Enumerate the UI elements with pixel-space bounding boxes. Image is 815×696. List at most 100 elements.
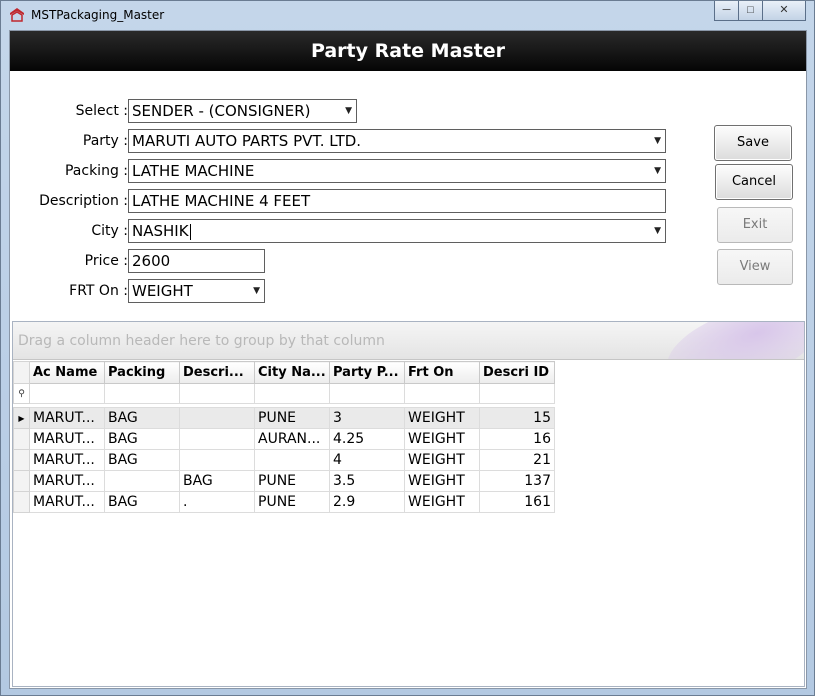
- filter-cell[interactable]: [29, 383, 105, 404]
- cell-frt-on[interactable]: WEIGHT: [404, 449, 480, 471]
- cell-descri-id[interactable]: 161: [479, 491, 555, 513]
- cell-packing[interactable]: BAG: [104, 449, 180, 471]
- filter-cell[interactable]: [329, 383, 405, 404]
- close-button[interactable]: ✕: [762, 1, 806, 21]
- city-value: NASHIK: [132, 222, 189, 240]
- cell-party-price[interactable]: 3.5: [329, 470, 405, 492]
- cell-ac-name[interactable]: MARUT...: [29, 428, 105, 450]
- price-value: 2600: [132, 252, 171, 270]
- cell-descri-id[interactable]: 16: [479, 428, 555, 450]
- column-header-city-name[interactable]: City Na...: [254, 361, 330, 384]
- city-label: City :: [91, 223, 128, 239]
- column-header-frt-on[interactable]: Frt On: [404, 361, 480, 384]
- app-logo-icon: [10, 8, 24, 22]
- row-indicator: [13, 449, 30, 471]
- description-input[interactable]: LATHE MACHINE 4 FEET: [128, 189, 666, 213]
- frt-on-label: FRT On :: [69, 283, 128, 299]
- cell-packing[interactable]: BAG: [104, 407, 180, 429]
- column-header-party-price[interactable]: Party P...: [329, 361, 405, 384]
- filter-cell[interactable]: [479, 383, 555, 404]
- decorative-swoosh: [657, 322, 804, 359]
- select-value: SENDER - (CONSIGNER): [132, 102, 311, 120]
- cell-frt-on[interactable]: WEIGHT: [404, 491, 480, 513]
- cell-description[interactable]: .: [179, 491, 255, 513]
- app-window: MSTPackaging_Master ─ □ ✕ Party Rate Mas…: [0, 0, 815, 696]
- chevron-down-icon: ▼: [253, 286, 260, 296]
- cell-city-name[interactable]: PUNE: [254, 470, 330, 492]
- column-header-descri-id[interactable]: Descri ID: [479, 361, 555, 384]
- cell-packing[interactable]: BAG: [104, 428, 180, 450]
- column-header-description[interactable]: Descri...: [179, 361, 255, 384]
- cell-descri-id[interactable]: 15: [479, 407, 555, 429]
- row-indicator: [13, 428, 30, 450]
- filter-cell[interactable]: [104, 383, 180, 404]
- chevron-down-icon: ▼: [345, 106, 352, 116]
- filter-cell[interactable]: [179, 383, 255, 404]
- cell-party-price[interactable]: 4.25: [329, 428, 405, 450]
- table-row[interactable]: MARUT... BAG PUNE 3.5 WEIGHT 137: [13, 470, 555, 492]
- table-row[interactable]: MARUT... BAG . PUNE 2.9 WEIGHT 161: [13, 491, 555, 513]
- price-label: Price :: [84, 253, 128, 269]
- table-row[interactable]: MARUT... BAG 4 WEIGHT 21: [13, 449, 555, 471]
- column-header-packing[interactable]: Packing: [104, 361, 180, 384]
- party-dropdown[interactable]: MARUTI AUTO PARTS PVT. LTD. ▼: [128, 129, 666, 153]
- cancel-button[interactable]: Cancel: [715, 164, 793, 200]
- cell-city-name[interactable]: PUNE: [254, 491, 330, 513]
- cell-description[interactable]: [179, 428, 255, 450]
- save-button[interactable]: Save: [714, 125, 792, 161]
- cell-party-price[interactable]: 2.9: [329, 491, 405, 513]
- table-row[interactable]: ▶ MARUT... BAG PUNE 3 WEIGHT 15: [13, 407, 555, 429]
- cell-party-price[interactable]: 4: [329, 449, 405, 471]
- group-by-hint: Drag a column header here to group by th…: [18, 333, 385, 349]
- cell-ac-name[interactable]: MARUT...: [29, 491, 105, 513]
- party-value: MARUTI AUTO PARTS PVT. LTD.: [132, 132, 362, 150]
- cell-ac-name[interactable]: MARUT...: [29, 470, 105, 492]
- auto-filter-row[interactable]: ⚲: [13, 383, 555, 404]
- cell-city-name[interactable]: [254, 449, 330, 471]
- cell-descri-id[interactable]: 21: [479, 449, 555, 471]
- select-dropdown[interactable]: SENDER - (CONSIGNER) ▼: [128, 99, 357, 123]
- cell-packing[interactable]: BAG: [104, 491, 180, 513]
- cell-city-name[interactable]: PUNE: [254, 407, 330, 429]
- cell-frt-on[interactable]: WEIGHT: [404, 470, 480, 492]
- table-row[interactable]: MARUT... BAG AURAN... 4.25 WEIGHT 16: [13, 428, 555, 450]
- minimize-button[interactable]: ─: [714, 1, 738, 21]
- group-by-panel[interactable]: Drag a column header here to group by th…: [13, 322, 804, 360]
- view-button[interactable]: View: [717, 249, 793, 285]
- form-client-area: Party Rate Master Select : Party : Packi…: [9, 30, 807, 689]
- cell-description[interactable]: BAG: [179, 470, 255, 492]
- cell-descri-id[interactable]: 137: [479, 470, 555, 492]
- filter-cell[interactable]: [254, 383, 330, 404]
- cell-city-name[interactable]: AURAN...: [254, 428, 330, 450]
- frt-on-dropdown[interactable]: WEIGHT ▼: [128, 279, 265, 303]
- title-bar[interactable]: MSTPackaging_Master ─ □ ✕: [1, 1, 814, 29]
- text-caret: [189, 223, 191, 240]
- maximize-button[interactable]: □: [738, 1, 762, 21]
- party-rate-grid[interactable]: Drag a column header here to group by th…: [12, 321, 805, 687]
- city-dropdown[interactable]: NASHIK ▼: [128, 219, 666, 243]
- cell-ac-name[interactable]: MARUT...: [29, 449, 105, 471]
- description-value: LATHE MACHINE 4 FEET: [132, 192, 311, 210]
- cell-party-price[interactable]: 3: [329, 407, 405, 429]
- column-header-ac-name[interactable]: Ac Name: [29, 361, 105, 384]
- packing-label: Packing :: [64, 163, 128, 179]
- exit-button[interactable]: Exit: [717, 207, 793, 243]
- packing-dropdown[interactable]: LATHE MACHINE ▼: [128, 159, 666, 183]
- cell-packing[interactable]: [104, 470, 180, 492]
- cell-ac-name[interactable]: MARUT...: [29, 407, 105, 429]
- cell-description[interactable]: [179, 407, 255, 429]
- column-header-row: Ac Name Packing Descri... City Na... Par…: [13, 361, 555, 384]
- row-indicator: [13, 470, 30, 492]
- cell-description[interactable]: [179, 449, 255, 471]
- filter-cell[interactable]: [404, 383, 480, 404]
- packing-value: LATHE MACHINE: [132, 162, 255, 180]
- window-controls: ─ □ ✕: [714, 1, 806, 21]
- frt-on-value: WEIGHT: [132, 282, 193, 300]
- chevron-down-icon: ▼: [654, 136, 661, 146]
- chevron-down-icon: ▼: [654, 226, 661, 236]
- page-title: Party Rate Master: [10, 31, 806, 71]
- price-input[interactable]: 2600: [128, 249, 265, 273]
- row-indicator-header: [13, 361, 30, 384]
- cell-frt-on[interactable]: WEIGHT: [404, 407, 480, 429]
- cell-frt-on[interactable]: WEIGHT: [404, 428, 480, 450]
